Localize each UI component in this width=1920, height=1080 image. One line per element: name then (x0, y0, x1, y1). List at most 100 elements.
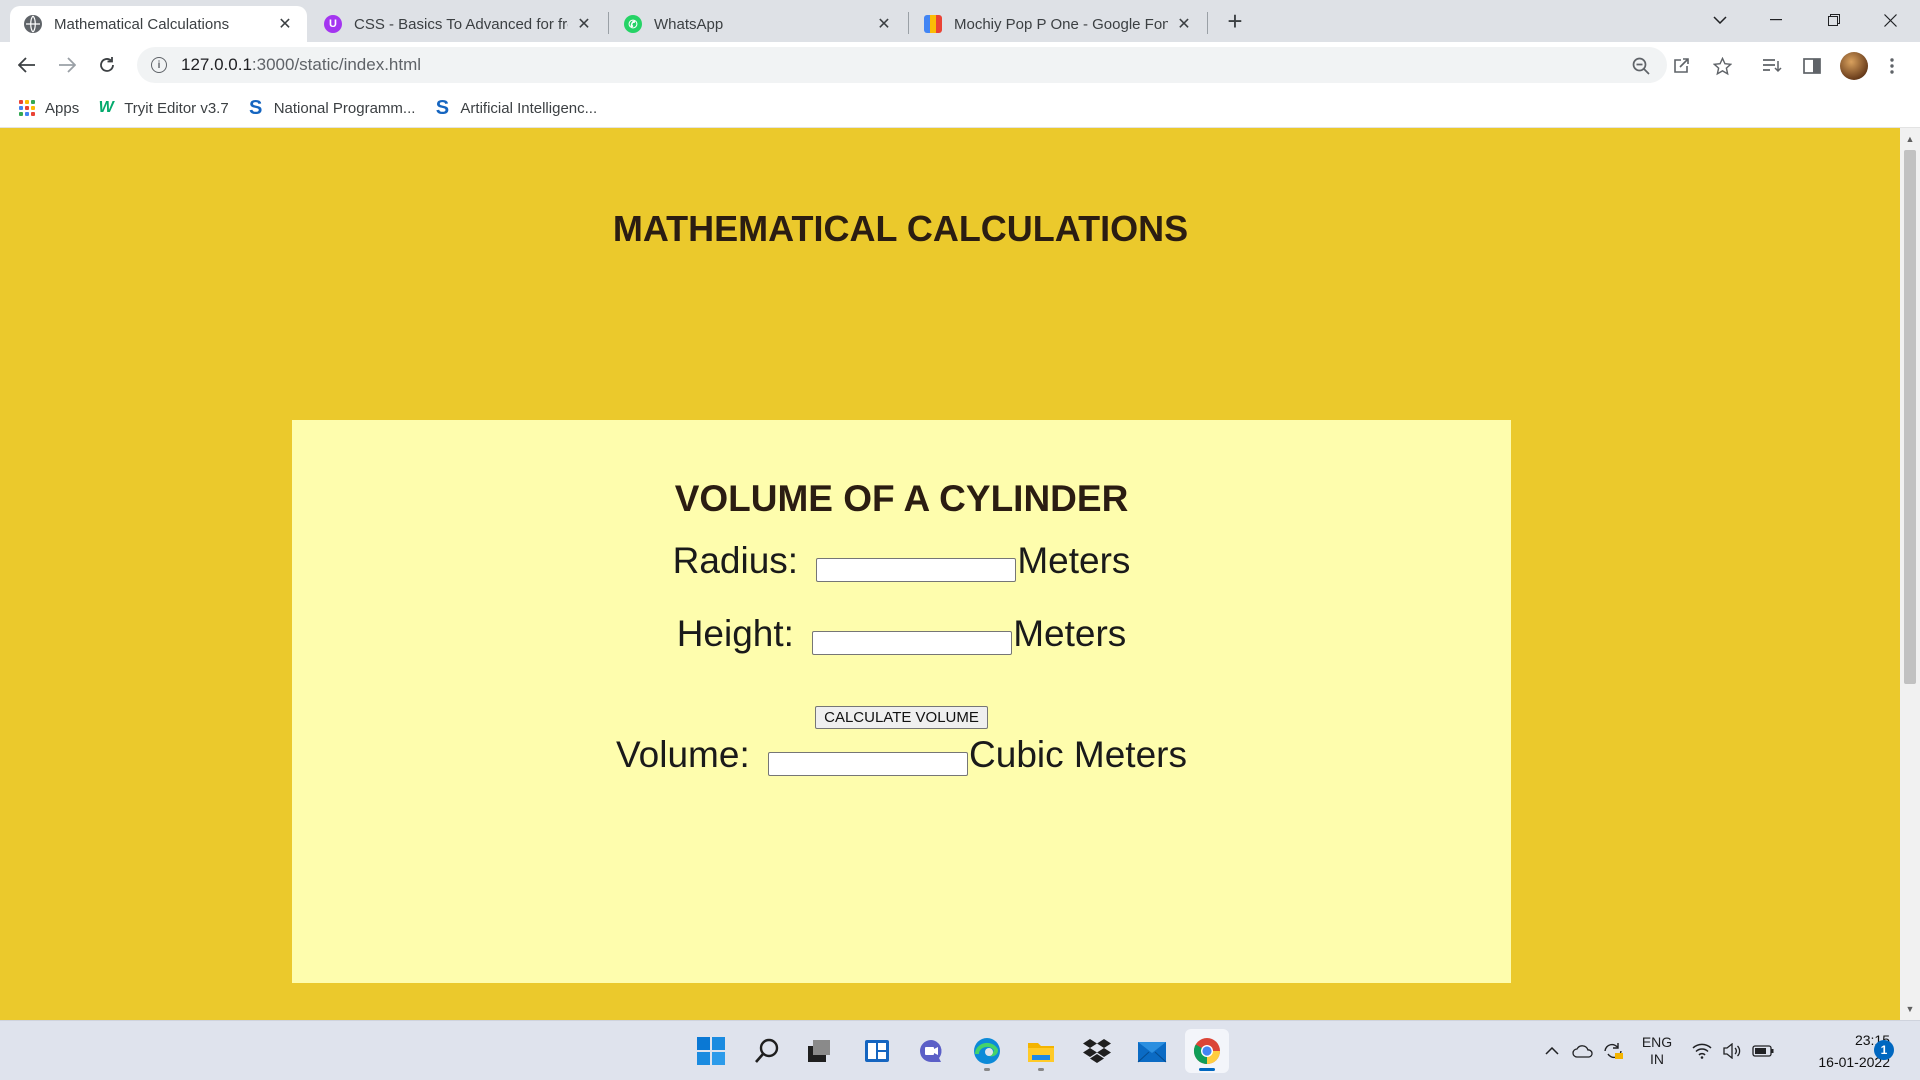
tab-title: Mochiy Pop P One - Google Font (954, 15, 1168, 33)
share-icon[interactable] (1669, 54, 1693, 78)
page-title: MATHEMATICAL CALCULATIONS (612, 208, 1189, 249)
tab-mathematical-calculations[interactable]: Mathematical Calculations ✕ (10, 6, 307, 42)
bookmark-star-icon[interactable] (1710, 54, 1734, 78)
side-panel-icon[interactable] (1800, 54, 1824, 78)
running-indicator (984, 1068, 990, 1071)
card-heading: VOLUME OF A CYLINDER (674, 478, 1129, 519)
vertical-scrollbar[interactable]: ▲ ▼ (1900, 128, 1920, 1020)
battery-icon[interactable] (1752, 1021, 1774, 1080)
close-tab-icon[interactable]: ✕ (874, 14, 894, 34)
tab-google-fonts[interactable]: Mochiy Pop P One - Google Font ✕ (910, 6, 1206, 42)
bookmark-tryit-editor[interactable]: W Tryit Editor v3.7 (97, 99, 229, 117)
tab-strip: Mathematical Calculations ✕ U CSS - Basi… (0, 0, 1920, 42)
wifi-icon[interactable] (1692, 1021, 1712, 1080)
chrome-icon (1193, 1038, 1220, 1065)
tab-css-basics[interactable]: U CSS - Basics To Advanced for fror ✕ (310, 6, 606, 42)
forward-button[interactable] (52, 50, 82, 80)
scrollbar-thumb[interactable] (1904, 150, 1916, 684)
radius-unit: Meters (1017, 540, 1131, 581)
calculate-volume-button[interactable]: CALCULATE VOLUME (815, 706, 988, 729)
bookmarks-bar: Apps W Tryit Editor v3.7 S National Prog… (0, 89, 1920, 128)
region-code: IN (1650, 1051, 1664, 1067)
edge-icon (974, 1038, 1000, 1064)
close-tab-icon[interactable]: ✕ (1174, 14, 1194, 34)
w3schools-icon: W (98, 99, 114, 116)
widgets-icon (865, 1040, 889, 1062)
edge-button[interactable] (965, 1029, 1009, 1073)
start-button[interactable] (689, 1029, 733, 1073)
widgets-button[interactable] (855, 1029, 899, 1073)
file-explorer-button[interactable] (1019, 1029, 1063, 1073)
site-info-icon[interactable]: i (151, 57, 167, 73)
tab-separator (908, 12, 909, 34)
notification-badge[interactable]: 1 (1874, 1040, 1894, 1060)
teams-chat-button[interactable] (909, 1029, 953, 1073)
zoom-icon[interactable] (1629, 54, 1653, 78)
udemy-icon: U (324, 15, 342, 33)
globe-icon (24, 15, 42, 33)
scroll-up-arrow-icon[interactable]: ▲ (1905, 134, 1915, 144)
volume-output[interactable] (768, 752, 969, 776)
radius-input[interactable] (816, 558, 1017, 582)
minimize-button[interactable] (1752, 0, 1800, 40)
search-button[interactable] (745, 1029, 789, 1073)
cylinder-volume-card: VOLUME OF A CYLINDER Radius: Meters Heig… (292, 420, 1511, 983)
google-fonts-icon (924, 15, 942, 33)
radius-label: Radius: (672, 540, 799, 581)
tab-title: Mathematical Calculations (54, 15, 230, 33)
height-unit: Meters (1013, 613, 1127, 654)
menu-kebab-icon[interactable] (1880, 54, 1904, 78)
show-hidden-icons-chevron-icon[interactable] (1545, 1021, 1559, 1080)
close-tab-icon[interactable]: ✕ (574, 14, 594, 34)
swayam-icon: S (249, 96, 263, 119)
scroll-down-arrow-icon[interactable]: ▼ (1905, 1004, 1915, 1014)
windows-icon (697, 1037, 725, 1065)
mail-button[interactable] (1130, 1029, 1174, 1073)
page-viewport: MATHEMATICAL CALCULATIONS VOLUME OF A CY… (0, 128, 1900, 1020)
bookmark-label: National Programm... (273, 99, 416, 117)
height-input[interactable] (812, 631, 1013, 655)
radius-row: Radius: Meters (292, 540, 1511, 582)
apps-grid-icon (18, 99, 36, 117)
task-view-button[interactable] (797, 1029, 841, 1073)
swayam-icon: S (435, 96, 450, 119)
restore-button[interactable] (1810, 0, 1858, 40)
chrome-button[interactable] (1185, 1029, 1229, 1073)
dropbox-button[interactable] (1075, 1029, 1119, 1073)
taskbar: ENG IN 23:15 16-01-2022 (0, 1020, 1920, 1080)
chat-icon (920, 1040, 942, 1062)
profile-avatar[interactable] (1840, 52, 1868, 80)
running-indicator (1038, 1068, 1044, 1071)
reading-list-icon[interactable] (1760, 54, 1784, 78)
mail-icon (1137, 1042, 1167, 1063)
close-window-button[interactable] (1866, 0, 1914, 40)
address-bar[interactable]: i 127.0.0.1:3000/static/index.html (137, 47, 1667, 83)
reload-button[interactable] (92, 50, 122, 80)
tab-search-chevron-icon[interactable] (1696, 0, 1744, 40)
new-tab-button[interactable]: + (1221, 8, 1249, 36)
tab-title: CSS - Basics To Advanced for fror (354, 15, 568, 33)
language-code: ENG (1641, 1034, 1673, 1050)
active-indicator (1199, 1068, 1215, 1071)
tab-separator (1207, 12, 1208, 34)
volume-label: Volume: (616, 734, 750, 775)
input-language-indicator[interactable]: ENG IN (1640, 1021, 1674, 1080)
tab-whatsapp[interactable]: ✆ WhatsApp ✕ (610, 6, 906, 42)
volume-icon[interactable] (1722, 1021, 1742, 1080)
close-tab-icon[interactable]: ✕ (275, 14, 295, 34)
tab-separator (608, 12, 609, 34)
url-text: 127.0.0.1:3000/static/index.html (181, 55, 422, 74)
volume-row: Volume: Cubic Meters (292, 734, 1511, 776)
sync-icon[interactable] (1602, 1021, 1624, 1080)
whatsapp-icon: ✆ (624, 15, 642, 33)
onedrive-cloud-icon[interactable] (1572, 1021, 1594, 1080)
bookmark-label: Artificial Intelligenc... (460, 99, 598, 117)
height-label: Height: (676, 613, 794, 654)
back-button[interactable] (12, 50, 42, 80)
height-row: Height: Meters (292, 613, 1511, 655)
folder-icon (1028, 1043, 1054, 1062)
bookmark-national-programme[interactable]: S National Programm... (247, 96, 416, 119)
bookmark-artificial-intelligence[interactable]: S Artificial Intelligenc... (433, 96, 598, 119)
bookmark-label: Apps (45, 99, 80, 117)
bookmark-apps[interactable]: Apps (18, 99, 79, 117)
